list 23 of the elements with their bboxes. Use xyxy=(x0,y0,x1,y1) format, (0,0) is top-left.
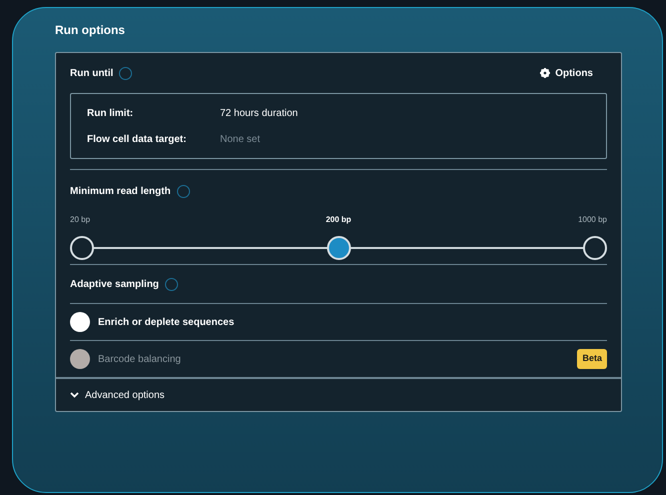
section-title: Run options xyxy=(55,22,126,39)
option-label: Enrich or deplete sequences xyxy=(98,316,234,330)
slider-label: 1000 bp xyxy=(578,214,607,226)
field-value: 72 hours duration xyxy=(220,106,298,120)
section-label: Minimum read length xyxy=(70,184,171,198)
section-label: Run until xyxy=(70,66,114,80)
slider-stop[interactable] xyxy=(583,236,607,260)
slider-stop[interactable] xyxy=(70,236,94,260)
option-label: Barcode balancing xyxy=(98,352,181,366)
gear-icon xyxy=(540,68,550,78)
section-label: Adaptive sampling xyxy=(70,278,159,292)
help-icon xyxy=(176,184,190,198)
slider-label: 200 bp xyxy=(326,214,352,226)
slider-label: 20 bp xyxy=(70,214,90,226)
options-button[interactable]: Options xyxy=(540,66,593,80)
help-icon xyxy=(164,278,178,290)
slider-thumb[interactable] xyxy=(326,236,350,260)
beta-badge: Beta xyxy=(577,349,607,369)
advanced-options-toggle[interactable]: Advanced options xyxy=(56,379,179,411)
help-icon xyxy=(119,66,132,80)
field-label: Run limit: xyxy=(87,106,134,120)
field-value: None set xyxy=(220,132,260,146)
field-label: Flow cell data target: xyxy=(87,132,188,146)
